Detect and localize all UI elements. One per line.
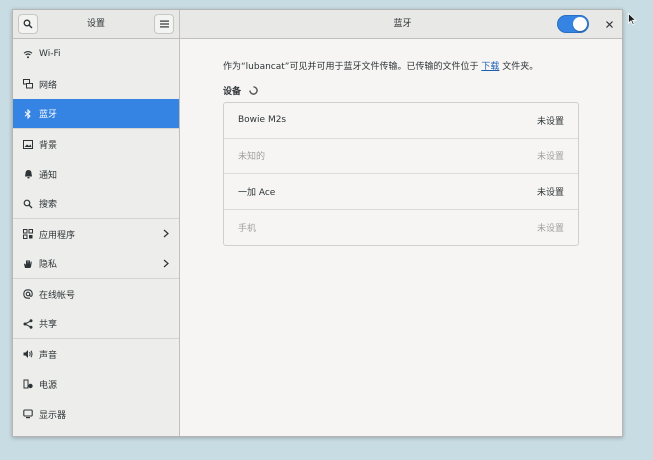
menu-button[interactable] xyxy=(154,14,174,34)
device-name: 未知的 xyxy=(238,152,266,163)
speaker-icon xyxy=(23,349,33,359)
chevron-right-icon xyxy=(163,259,169,268)
sidebar-item-bluetooth[interactable]: 蓝牙 xyxy=(13,99,179,129)
mouse-cursor-icon xyxy=(628,13,637,26)
sidebar-item-label: 电源 xyxy=(39,380,58,391)
bluetooth-icon xyxy=(23,108,33,119)
description-text-end: 文件夹。 xyxy=(502,62,539,72)
description-text: 作为“lubancat”可见并可用于蓝牙文件传输。已传输的文件位于 xyxy=(223,62,479,72)
background-icon xyxy=(23,139,33,149)
bluetooth-toggle[interactable] xyxy=(557,15,589,33)
search-icon xyxy=(23,199,33,209)
bluetooth-panel: 作为“lubancat”可见并可用于蓝牙文件传输。已传输的文件位于 下载 文件夹… xyxy=(181,39,622,436)
sidebar-item-sharing[interactable]: 共享 xyxy=(13,309,179,339)
display-icon xyxy=(23,409,33,419)
sidebar: Wi-Fi 网络 蓝牙 背景 通知 搜索 应用程序 隐私 在线帐号 共享 声音 … xyxy=(13,39,180,436)
device-row-bowie-m2s[interactable]: Bowie M2s 未设置 xyxy=(224,103,578,139)
hand-icon xyxy=(23,259,33,269)
device-name: 一加 Ace xyxy=(238,187,276,198)
sidebar-item-applications[interactable]: 应用程序 xyxy=(13,219,179,249)
sidebar-item-label: 搜索 xyxy=(39,200,58,210)
search-button[interactable] xyxy=(18,14,38,34)
sidebar-item-notifications[interactable]: 通知 xyxy=(13,159,179,189)
device-name: Bowie M2s xyxy=(238,115,287,126)
sidebar-item-wifi[interactable]: Wi-Fi xyxy=(13,39,179,69)
sidebar-item-background[interactable]: 背景 xyxy=(13,129,179,159)
downloads-link[interactable]: 下载 xyxy=(481,62,499,72)
device-row-phone[interactable]: 手机 未设置 xyxy=(224,210,578,246)
close-icon xyxy=(605,20,613,28)
sidebar-item-label: 背景 xyxy=(39,140,58,151)
sidebar-item-label: 隐私 xyxy=(39,260,58,270)
sidebar-item-label: 网络 xyxy=(39,80,58,91)
sidebar-title: 设置 xyxy=(86,19,105,29)
spinner-icon xyxy=(249,86,258,95)
sidebar-item-label: Wi-Fi xyxy=(39,49,61,59)
sidebar-item-label: 在线帐号 xyxy=(39,290,76,301)
sidebar-item-label: 显示器 xyxy=(39,410,67,421)
close-button[interactable] xyxy=(601,16,617,32)
sidebar-item-power[interactable]: 电源 xyxy=(13,369,179,399)
sidebar-item-label: 应用程序 xyxy=(39,230,76,241)
sidebar-header: 设置 xyxy=(13,10,180,39)
apps-icon xyxy=(23,229,33,239)
header-bar: 设置 蓝牙 xyxy=(13,10,622,39)
network-icon xyxy=(23,79,33,89)
settings-window: 设置 蓝牙 Wi-Fi 网络 蓝牙 背景 通知 搜索 应用程序 隐私 在线帐号 … xyxy=(12,9,623,437)
device-name: 手机 xyxy=(238,223,257,234)
sidebar-item-label: 共享 xyxy=(39,320,58,330)
device-status: 未设置 xyxy=(536,116,564,127)
devices-title: 设备 xyxy=(223,87,242,97)
device-status: 未设置 xyxy=(536,187,564,198)
device-status: 未设置 xyxy=(536,152,564,163)
devices-header: 设备 xyxy=(223,84,258,97)
sidebar-item-label: 声音 xyxy=(39,350,58,361)
sidebar-item-label: 通知 xyxy=(39,170,58,181)
power-icon xyxy=(23,379,33,389)
search-icon xyxy=(23,19,33,29)
device-row-unknown[interactable]: 未知的 未设置 xyxy=(224,139,578,174)
sidebar-item-privacy[interactable]: 隐私 xyxy=(13,249,179,279)
hamburger-icon xyxy=(159,20,169,28)
toggle-knob xyxy=(573,17,587,31)
device-row-oneplus-ace[interactable]: 一加 Ace 未设置 xyxy=(224,174,578,210)
sidebar-item-network[interactable]: 网络 xyxy=(13,69,179,99)
bell-icon xyxy=(23,169,33,179)
chevron-right-icon xyxy=(163,229,169,238)
visibility-description: 作为“lubancat”可见并可用于蓝牙文件传输。已传输的文件位于 下载 文件夹… xyxy=(223,59,538,72)
sidebar-item-online-accounts[interactable]: 在线帐号 xyxy=(13,279,179,309)
share-icon xyxy=(23,318,33,329)
device-status: 未设置 xyxy=(536,223,564,234)
sidebar-item-label: 蓝牙 xyxy=(39,110,58,120)
sidebar-item-sound[interactable]: 声音 xyxy=(13,339,179,369)
sidebar-item-displays[interactable]: 显示器 xyxy=(13,399,179,429)
at-icon xyxy=(23,289,33,299)
sidebar-item-search[interactable]: 搜索 xyxy=(13,189,179,219)
wifi-icon xyxy=(23,49,33,59)
device-list: Bowie M2s 未设置 未知的 未设置 一加 Ace 未设置 手机 未设置 xyxy=(223,102,579,246)
